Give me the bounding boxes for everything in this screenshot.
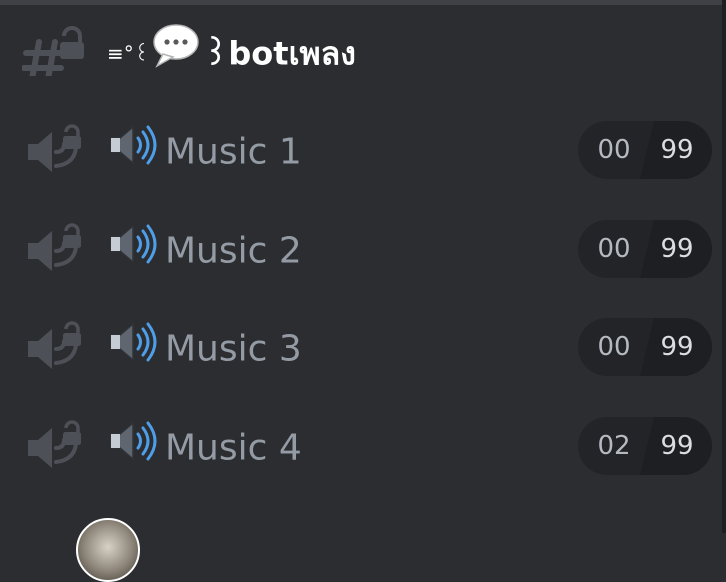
speaker-high-volume-icon bbox=[107, 319, 157, 376]
user-count: 00 bbox=[597, 332, 631, 362]
user-limit: 99 bbox=[660, 332, 694, 362]
user-count: 00 bbox=[597, 135, 631, 165]
user-limit-badge: 00 99 bbox=[578, 220, 712, 278]
locked-speaker-icon bbox=[22, 221, 86, 275]
voice-channel-name: Music 4 bbox=[107, 421, 302, 469]
text-channel-row[interactable]: ≡°꒰ ꒱botเพลง bbox=[0, 12, 722, 82]
user-limit: 99 bbox=[660, 135, 694, 165]
voice-channel-label: Music 4 bbox=[165, 427, 302, 469]
speech-bubble-icon bbox=[151, 22, 201, 79]
user-limit: 99 bbox=[660, 431, 694, 461]
locked-hashtag-icon bbox=[22, 22, 86, 76]
user-limit-badge: 00 99 bbox=[578, 318, 712, 376]
locked-speaker-icon bbox=[22, 319, 86, 373]
user-limit: 99 bbox=[660, 234, 694, 264]
user-count: 00 bbox=[597, 234, 631, 264]
voice-channel-row[interactable]: Music 3 00 99 bbox=[0, 309, 722, 379]
voice-channel-label: Music 2 bbox=[165, 230, 302, 272]
voice-channel-label: Music 1 bbox=[165, 131, 302, 173]
text-channel-suffix: ꒱botเพลง bbox=[203, 34, 356, 73]
speaker-high-volume-icon bbox=[107, 221, 157, 278]
top-divider bbox=[0, 0, 726, 5]
voice-channel-name: Music 1 bbox=[107, 125, 302, 173]
voice-channel-row[interactable]: Music 4 02 99 bbox=[0, 408, 722, 478]
locked-speaker-icon bbox=[22, 122, 86, 176]
voice-channel-name: Music 3 bbox=[107, 322, 302, 370]
speaker-high-volume-icon bbox=[107, 418, 157, 475]
voice-channel-name: Music 2 bbox=[107, 224, 302, 272]
user-limit-badge: 00 99 bbox=[578, 121, 712, 179]
user-limit-badge: 02 99 bbox=[578, 417, 712, 475]
scrollbar-track[interactable] bbox=[722, 0, 726, 533]
voice-channel-label: Music 3 bbox=[165, 328, 302, 370]
user-avatar[interactable] bbox=[76, 518, 140, 582]
voice-channel-row[interactable]: Music 2 00 99 bbox=[0, 211, 722, 281]
speaker-high-volume-icon bbox=[107, 122, 157, 179]
locked-speaker-icon bbox=[22, 418, 86, 472]
voice-channel-row[interactable]: Music 1 00 99 bbox=[0, 112, 722, 182]
user-count: 02 bbox=[597, 431, 631, 461]
text-channel-prefix: ≡°꒰ bbox=[107, 41, 150, 66]
text-channel-name: ≡°꒰ ꒱botเพลง bbox=[107, 24, 356, 73]
